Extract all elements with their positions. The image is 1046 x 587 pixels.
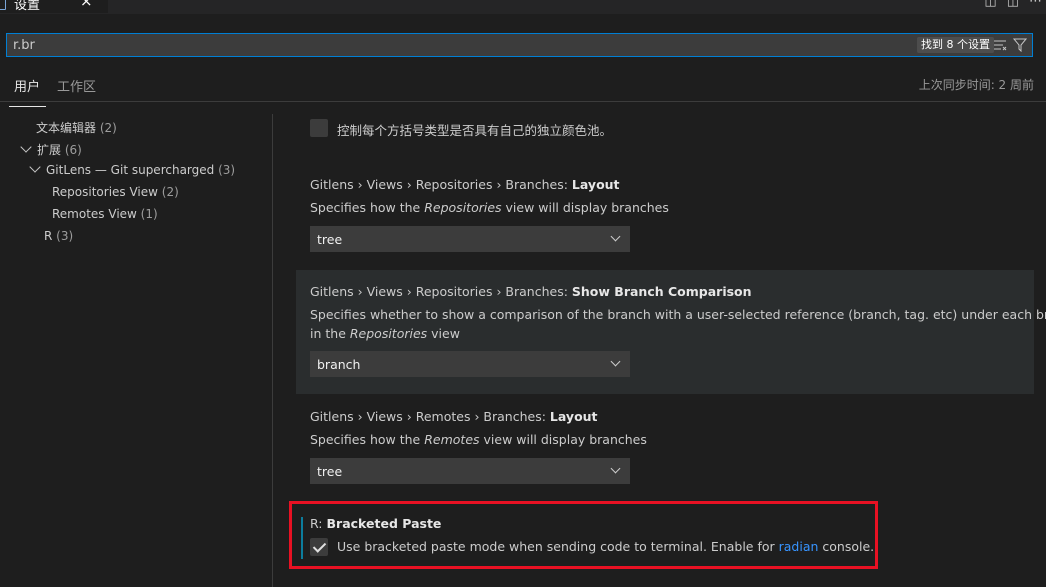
toc-item-label: Remotes View — [52, 207, 137, 221]
setting-title-repo-branches-layout: Gitlens › Views › Repositories › Branche… — [310, 177, 620, 192]
file-icon — [0, 0, 6, 10]
desc-text: view — [427, 326, 460, 341]
toc-item-count: (2) — [99, 121, 117, 135]
setting-description-cont: in the Repositories view — [310, 326, 460, 341]
settings-search-box: 找到 8 个设置 — [6, 33, 1033, 57]
desc-text: view will display branches — [501, 200, 669, 215]
desc-emphasis: Repositories — [349, 326, 428, 341]
toc-item-repositories-view[interactable]: Repositories View (2) — [52, 185, 179, 199]
toc-item-label: 文本编辑器 — [36, 121, 97, 135]
setting-breadcrumb: Gitlens › Views › Repositories › Branche… — [310, 284, 572, 299]
toc-item-label: R — [44, 229, 53, 243]
settings-toc: 文本编辑器 (2) 扩展 (6) GitLens — Git superchar… — [0, 102, 272, 587]
clear-filter-icon[interactable] — [993, 38, 1007, 52]
setting-title-remotes-branches-layout: Gitlens › Views › Remotes › Branches: La… — [310, 409, 598, 424]
chevron-down-icon — [29, 161, 41, 173]
settings-tab[interactable]: 设置 × — [0, 0, 109, 13]
settings-scope-bar: 用户 工作区 上次同步时间: 2 周前 — [0, 72, 1046, 107]
toc-item-count: (1) — [140, 207, 158, 221]
setting-title-branch-comparison: Gitlens › Views › Repositories › Branche… — [310, 284, 752, 299]
desc-text: Specifies how the — [310, 432, 425, 447]
annotation-highlight-box — [289, 501, 878, 569]
toc-item-count: (3) — [56, 229, 74, 243]
last-sync-label: 上次同步时间: 2 周前 — [918, 78, 1034, 92]
desc-text: in the — [310, 326, 350, 341]
split-editor-icon[interactable]: ◫ — [984, 0, 996, 9]
toc-item-label: GitLens — Git supercharged — [46, 163, 215, 177]
tab-workspace[interactable]: 工作区 — [57, 76, 96, 95]
toc-item-count: (6) — [64, 143, 82, 157]
repo-branches-layout-select[interactable]: tree — [310, 226, 630, 252]
chevron-down-icon — [610, 231, 621, 242]
select-value: tree — [317, 232, 343, 247]
setting-breadcrumb: Gitlens › Views › Repositories › Branche… — [310, 177, 572, 192]
chevron-down-icon — [610, 463, 621, 474]
desc-emphasis: Repositories — [424, 200, 502, 215]
setting-description: Specifies how the Remotes view will disp… — [310, 432, 647, 447]
toc-item-remotes-view[interactable]: Remotes View (1) — [52, 207, 158, 221]
toc-item-gitlens[interactable]: GitLens — Git supercharged (3) — [29, 161, 236, 177]
editor-tab-bar: 设置 × ◫ ◫ ⋯ — [0, 0, 1046, 14]
editor-actions: ◫ ◫ ⋯ — [984, 0, 1042, 9]
select-value: branch — [317, 357, 361, 372]
chevron-down-icon — [610, 356, 621, 367]
setting-name: Layout — [549, 409, 598, 424]
search-result-count: 找到 8 个设置 — [917, 37, 994, 53]
toc-item-label: Repositories View — [52, 185, 158, 199]
toc-item-count: (3) — [218, 163, 236, 177]
toc-item-text-editor[interactable]: 文本编辑器 (2) — [36, 119, 117, 136]
branch-comparison-select[interactable]: branch — [310, 351, 630, 377]
tab-title: 设置 — [14, 0, 41, 13]
chevron-down-icon — [20, 141, 32, 153]
setting-description: Specifies how the Repositories view will… — [310, 200, 669, 215]
setting-description: Specifies whether to show a comparison o… — [310, 307, 1046, 322]
toc-item-r[interactable]: R (3) — [44, 229, 73, 243]
bracket-pair-description: 控制每个方括号类型是否具有自己的独立颜色池。 — [337, 123, 613, 138]
search-input[interactable] — [7, 34, 893, 56]
close-icon[interactable]: × — [80, 0, 93, 10]
filter-icon[interactable] — [1013, 38, 1027, 52]
tab-user[interactable]: 用户 — [8, 76, 47, 107]
bracket-pair-checkbox[interactable] — [310, 119, 328, 137]
layout-icon[interactable]: ◫ — [1007, 0, 1019, 9]
setting-name: Layout — [571, 177, 620, 192]
select-value: tree — [317, 464, 343, 479]
remotes-branches-layout-select[interactable]: tree — [310, 458, 630, 484]
more-icon[interactable]: ⋯ — [1029, 0, 1042, 9]
desc-emphasis: Remotes — [424, 432, 480, 447]
toc-item-label: 扩展 — [37, 143, 62, 157]
setting-breadcrumb: Gitlens › Views › Remotes › Branches: — [310, 409, 550, 424]
toc-item-extensions[interactable]: 扩展 (6) — [20, 141, 82, 158]
toc-item-count: (2) — [161, 185, 179, 199]
desc-text: Specifies how the — [310, 200, 425, 215]
setting-name: Show Branch Comparison — [571, 284, 752, 299]
toc-divider — [272, 114, 273, 587]
desc-text: view will display branches — [479, 432, 647, 447]
